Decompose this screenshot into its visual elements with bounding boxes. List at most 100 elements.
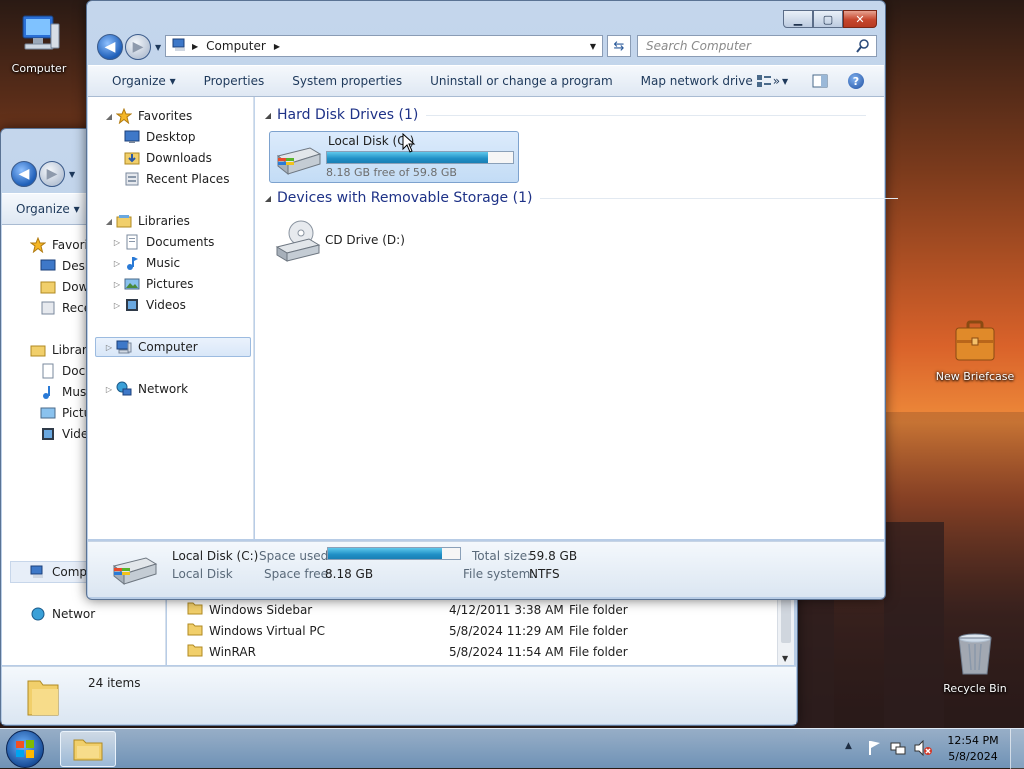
nav-item-network[interactable]: ▷ Network [104, 379, 188, 399]
file-name: WinRAR [209, 644, 256, 659]
space-used-bar [327, 547, 461, 560]
space-used-fill [328, 548, 442, 559]
minimize-button[interactable]: ▁ [783, 10, 813, 28]
nav-item-documents[interactable]: Docu [38, 361, 93, 381]
nav-item-favorites[interactable]: Favorit [28, 235, 93, 255]
expanded-triangle-icon: ◢ [264, 110, 272, 120]
computer-icon [172, 38, 188, 55]
expanded-triangle-icon[interactable]: ◢ [104, 217, 114, 226]
help-button[interactable]: ? [848, 73, 864, 89]
nav-item-computer[interactable]: Compu [28, 562, 95, 582]
group-header-removable-storage[interactable]: ◢ Devices with Removable Storage (1) [263, 190, 899, 206]
nav-item-computer[interactable]: ▷ Computer [104, 337, 198, 357]
space-free-value: 8.18 GB [325, 567, 374, 581]
file-row[interactable]: WinRAR 5/8/2024 11:54 AM File folder [167, 641, 777, 662]
back-toolbar: Organize ▾ [2, 193, 92, 225]
map-network-drive-button[interactable]: Map network drive [627, 74, 767, 88]
forward-button[interactable]: ▶ [39, 161, 65, 187]
back-scrollbar[interactable]: ▼ [777, 599, 794, 665]
clock[interactable]: 12:54 PM 5/8/2024 [944, 733, 1002, 765]
file-name: Windows Virtual PC [209, 623, 326, 638]
nav-item-desktop[interactable]: Desktop [122, 127, 196, 147]
back-file-list: Windows Sidebar 4/12/2011 3:38 AM File fol… [167, 599, 777, 665]
collapsed-triangle-icon[interactable]: ▷ [112, 238, 122, 247]
recent-places-icon [124, 171, 140, 187]
nav-item-recent-places[interactable]: Recent Places [122, 169, 229, 189]
space-used-label: Space used: [259, 549, 333, 563]
organize-menu[interactable]: Organize ▾ [2, 202, 94, 216]
nav-label: Desktop [146, 130, 196, 144]
collapsed-triangle-icon[interactable]: ▷ [112, 301, 122, 310]
folder-icon [26, 675, 60, 717]
clock-date: 5/8/2024 [948, 750, 998, 763]
videos-icon [40, 426, 56, 442]
organize-menu[interactable]: Organize ▾ [88, 74, 190, 88]
nav-item-libraries[interactable]: ◢ Libraries [104, 211, 190, 231]
expanded-triangle-icon[interactable]: ◢ [104, 112, 114, 121]
history-dropdown-icon[interactable]: ▼ [155, 43, 161, 52]
folder-icon [187, 622, 203, 639]
details-type: Local Disk [172, 567, 233, 581]
history-dropdown-icon[interactable]: ▼ [69, 170, 75, 179]
close-button[interactable]: ✕ [843, 10, 877, 28]
desktop-icon-label: Recycle Bin [943, 682, 1007, 695]
explorer-window[interactable]: ▁ ▢ ✕ ◀ ▶ ▼ ▶ Computer ▶ ▼ ⇆ Search Comp… [86, 0, 899, 600]
nav-item-documents[interactable]: ▷ Documents [112, 232, 214, 252]
collapsed-triangle-icon[interactable]: ▷ [104, 385, 114, 394]
address-dropdown-icon[interactable]: ▼ [590, 42, 596, 51]
back-button[interactable]: ◀ [11, 161, 37, 187]
search-input[interactable]: Search Computer [637, 35, 877, 57]
navigation-pane: ◢ Favorites Desktop Downloads Recent Pla… [88, 97, 254, 539]
collapsed-triangle-icon[interactable]: ▷ [104, 343, 114, 352]
drive-usage-bar [326, 151, 514, 164]
forward-button[interactable]: ▶ [125, 34, 151, 60]
maximize-button[interactable]: ▢ [813, 10, 843, 28]
breadcrumb-separator-icon[interactable]: ▶ [192, 42, 198, 51]
details-pane: Local Disk (C:) Local Disk Space used: S… [88, 541, 884, 597]
nav-item-music[interactable]: ▷ Music [112, 253, 180, 273]
file-row[interactable]: Windows Sidebar 4/12/2011 3:38 AM File fol… [167, 599, 777, 620]
nav-item-pictures[interactable]: Pictu [38, 403, 91, 423]
nav-item-pictures[interactable]: ▷ Pictures [112, 274, 194, 294]
show-desktop-button[interactable] [1010, 729, 1024, 769]
taskbar: ▲ 12:54 PM 5/8/2024 [0, 728, 1024, 769]
content-pane: ◢ Hard Disk Drives (1) Local Disk (C:) 8… [255, 97, 899, 539]
desktop-icon-briefcase[interactable]: New Briefcase [930, 318, 1020, 383]
breadcrumb-computer[interactable]: Computer [206, 39, 266, 53]
nav-item-favorites[interactable]: ◢ Favorites [104, 106, 192, 126]
nav-item-music[interactable]: Musi [38, 382, 90, 402]
desktop-icon-computer[interactable]: Computer [0, 10, 84, 75]
drive-tile-local-disk-c[interactable]: Local Disk (C:) 8.18 GB free of 59.8 GB [269, 131, 519, 183]
network-status-icon[interactable] [890, 740, 906, 759]
search-icon[interactable] [856, 39, 870, 56]
group-header-hard-disk-drives[interactable]: ◢ Hard Disk Drives (1) [263, 107, 867, 123]
taskbar-explorer-button[interactable] [60, 731, 116, 767]
properties-button[interactable]: Properties [190, 74, 279, 88]
system-properties-button[interactable]: System properties [278, 74, 416, 88]
collapsed-triangle-icon[interactable]: ▷ [112, 280, 122, 289]
file-date: 5/8/2024 11:29 AM [449, 623, 564, 638]
refresh-icon: ⇆ [613, 38, 625, 54]
nav-label: Pictures [146, 277, 194, 291]
nav-item-downloads[interactable]: Downloads [122, 148, 212, 168]
folder-icon [73, 739, 103, 761]
preview-pane-button[interactable] [812, 74, 828, 91]
nav-item-videos[interactable]: ▷ Videos [112, 295, 186, 315]
address-bar[interactable]: ▶ Computer ▶ ▼ [165, 35, 603, 57]
show-hidden-icons-button[interactable]: ▲ [845, 741, 852, 751]
drive-tile-cd-drive-d[interactable]: CD Drive (D:) [269, 217, 519, 267]
start-button[interactable] [6, 730, 44, 768]
breadcrumb-chevron-icon[interactable]: ▶ [274, 42, 280, 51]
action-center-icon[interactable] [866, 740, 882, 759]
desktop-icon-recycle-bin[interactable]: Recycle Bin [930, 630, 1020, 695]
uninstall-program-button[interactable]: Uninstall or change a program [416, 74, 627, 88]
collapsed-triangle-icon[interactable]: ▷ [112, 259, 122, 268]
volume-muted-icon[interactable] [914, 739, 932, 759]
refresh-button[interactable]: ⇆ [607, 35, 631, 57]
nav-item-network[interactable]: Networ [28, 604, 95, 624]
back-button[interactable]: ◀ [97, 34, 123, 60]
file-type: File folder [569, 602, 628, 617]
hard-drive-icon [274, 138, 322, 181]
view-options-button[interactable]: ▼ [756, 74, 788, 88]
file-row[interactable]: Windows Virtual PC 5/8/2024 11:29 AM File … [167, 620, 777, 641]
